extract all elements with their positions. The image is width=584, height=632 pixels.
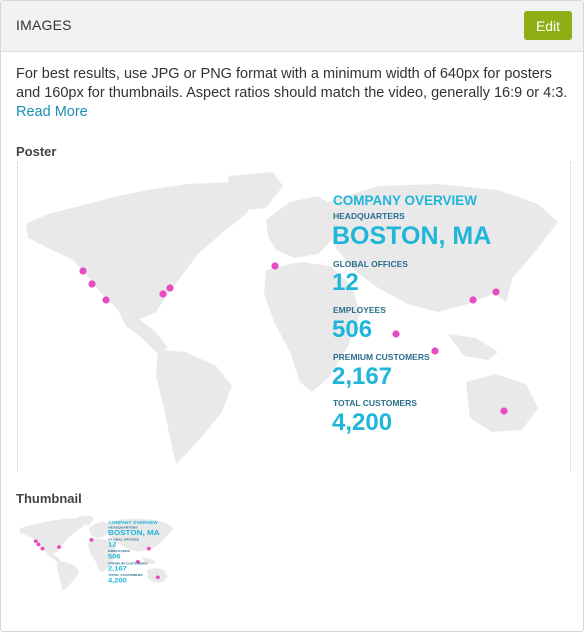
office-marker: [392, 330, 400, 338]
poster-label: Poster: [16, 144, 57, 159]
office-marker: [57, 545, 62, 549]
office-marker: [492, 288, 500, 296]
thumb-offices-value: 12: [108, 541, 116, 549]
office-marker: [88, 280, 96, 288]
offices-label: GLOBAL OFFICES: [333, 259, 408, 269]
edit-button[interactable]: Edit: [524, 11, 572, 40]
images-panel: IMAGES Edit For best results, use JPG or…: [0, 0, 584, 632]
office-marker: [271, 262, 279, 270]
hq-label: HEADQUARTERS: [333, 211, 405, 221]
office-marker: [146, 546, 151, 551]
panel-title: IMAGES: [16, 17, 72, 33]
thumb-hq-value: BOSTON, MA: [108, 529, 160, 537]
offices-value: 12: [332, 269, 359, 296]
office-marker: [89, 538, 94, 542]
premium-label: PREMIUM CUSTOMERS: [333, 352, 430, 362]
employees-label: EMPLOYEES: [333, 305, 386, 315]
total-value: 4,200: [332, 409, 392, 436]
thumbnail-world-map: [19, 515, 174, 591]
employees-value: 506: [332, 316, 372, 343]
read-more-link[interactable]: Read More: [16, 104, 88, 120]
thumbnail-image[interactable]: COMPANY OVERVIEW HEADQUARTERS BOSTON, MA…: [17, 513, 177, 593]
thumb-premium-value: 2,167: [108, 565, 127, 573]
panel-header: IMAGES Edit: [1, 1, 583, 52]
office-marker: [33, 539, 38, 543]
company-overview: COMPANY OVERVIEW HEADQUARTERS BOSTON, MA…: [332, 193, 491, 436]
office-marker: [159, 290, 167, 298]
office-marker: [102, 296, 110, 304]
thumbnail-svg: COMPANY OVERVIEW HEADQUARTERS BOSTON, MA…: [19, 515, 174, 591]
premium-value: 2,167: [332, 363, 392, 390]
image-guidelines: For best results, use JPG or PNG format …: [16, 65, 571, 122]
guidelines-text: For best results, use JPG or PNG format …: [16, 66, 568, 101]
poster-svg: COMPANY OVERVIEW HEADQUARTERS BOSTON, MA…: [26, 172, 558, 464]
thumb-overview-heading: COMPANY OVERVIEW: [108, 520, 158, 525]
office-marker: [79, 267, 87, 275]
hq-value: BOSTON, MA: [332, 222, 491, 250]
world-map: [26, 172, 558, 464]
office-marker: [500, 407, 508, 415]
office-marker: [431, 347, 439, 355]
poster-image[interactable]: COMPANY OVERVIEW HEADQUARTERS BOSTON, MA…: [17, 162, 571, 472]
overview-heading: COMPANY OVERVIEW: [333, 193, 477, 208]
thumb-total-value: 4,200: [108, 577, 127, 585]
total-label: TOTAL CUSTOMERS: [333, 398, 417, 408]
office-marker: [166, 284, 174, 292]
office-marker: [40, 546, 45, 551]
office-marker: [469, 296, 477, 304]
office-marker: [36, 542, 41, 547]
office-marker: [155, 575, 160, 580]
thumb-employees-value: 506: [108, 553, 121, 561]
thumbnail-label: Thumbnail: [16, 491, 82, 506]
